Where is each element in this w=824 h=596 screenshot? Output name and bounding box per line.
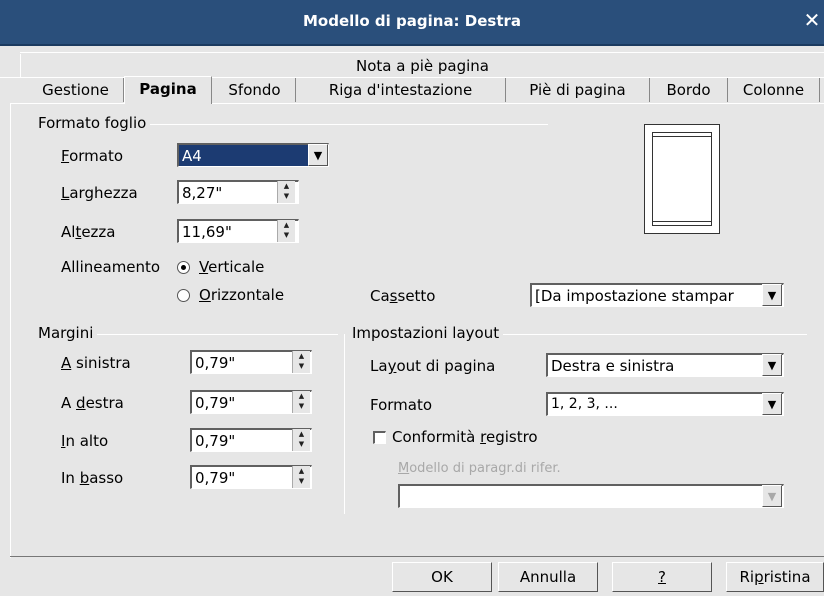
tab-bordo[interactable]: Bordo xyxy=(650,78,728,102)
register-checkbox[interactable] xyxy=(373,431,386,444)
width-label: Larghezza xyxy=(61,184,138,202)
spin-down-icon[interactable]: ▼ xyxy=(293,401,310,411)
group-label-paper-format: Formato foglio xyxy=(38,114,151,132)
title-bar: Modello di pagina: Destra ✕ xyxy=(0,0,824,46)
landscape-radio[interactable] xyxy=(177,289,190,302)
tab-riga-intestazione[interactable]: Riga d'intestazione xyxy=(296,78,506,102)
format-dropdown-icon[interactable]: ▼ xyxy=(308,144,328,166)
margin-right-spin[interactable]: ▲ ▼ xyxy=(292,391,310,413)
page-preview xyxy=(644,124,720,234)
tab-sfondo[interactable]: Sfondo xyxy=(214,78,296,102)
group-label-layout: Impostazioni layout xyxy=(352,324,504,342)
window-title: Modello di pagina: Destra xyxy=(302,12,522,30)
close-icon[interactable]: ✕ xyxy=(802,8,822,32)
reference-style-dropdown-icon: ▼ xyxy=(762,485,782,507)
tray-select[interactable]: [Da impostazione stampar xyxy=(530,283,784,307)
margin-top-spin[interactable]: ▲ ▼ xyxy=(292,429,310,451)
tab-gestione[interactable]: Gestione xyxy=(28,78,124,102)
tray-label: Cassetto xyxy=(370,287,436,305)
portrait-label: Verticale xyxy=(199,258,265,276)
reset-button[interactable]: Ripristina xyxy=(726,562,824,592)
height-label: Altezza xyxy=(61,223,116,241)
format-select[interactable]: A4 xyxy=(177,143,329,167)
reference-style-label: Modello di paragr.di rifer. xyxy=(398,461,561,476)
tab-colonne[interactable]: Colonne xyxy=(728,78,820,102)
spin-down-icon[interactable]: ▼ xyxy=(278,191,295,201)
height-spin[interactable]: ▲ ▼ xyxy=(277,220,295,242)
spin-up-icon[interactable]: ▲ xyxy=(278,181,295,191)
numbering-format-label: Formato xyxy=(370,396,433,414)
tab-pie-di-pagina[interactable]: Piè di pagina xyxy=(506,78,650,102)
margin-left-label: A sinistra xyxy=(61,354,131,372)
spin-down-icon[interactable]: ▼ xyxy=(293,361,310,371)
spin-up-icon[interactable]: ▲ xyxy=(293,351,310,361)
margin-left-spin[interactable]: ▲ ▼ xyxy=(292,351,310,373)
tab-pagina[interactable]: Pagina xyxy=(124,76,212,104)
vertical-divider xyxy=(344,334,345,514)
spin-down-icon[interactable]: ▼ xyxy=(278,230,295,240)
tab-panel-left-edge xyxy=(10,103,11,558)
spin-up-icon[interactable]: ▲ xyxy=(278,220,295,230)
page-layout-label: Layout di pagina xyxy=(370,357,496,375)
spin-down-icon[interactable]: ▼ xyxy=(293,476,310,486)
cancel-button[interactable]: Annulla xyxy=(498,562,598,592)
tab-nota-a-pie-pagina[interactable]: Nota a piè pagina xyxy=(20,54,824,78)
ok-button[interactable]: OK xyxy=(392,562,492,592)
landscape-label: Orizzontale xyxy=(199,286,285,304)
tab-panel-bottom-edge xyxy=(10,556,824,557)
margin-right-label: A destra xyxy=(61,394,124,412)
spin-down-icon[interactable]: ▼ xyxy=(293,439,310,449)
page-layout-select[interactable]: Destra e sinistra xyxy=(546,353,784,377)
tray-dropdown-icon[interactable]: ▼ xyxy=(762,284,782,306)
format-label: Formato xyxy=(61,147,124,165)
page-layout-dropdown-icon[interactable]: ▼ xyxy=(762,354,782,376)
spin-up-icon[interactable]: ▲ xyxy=(293,429,310,439)
margin-bottom-label: In basso xyxy=(61,469,124,487)
margin-bottom-spin[interactable]: ▲ ▼ xyxy=(292,466,310,488)
width-spin[interactable]: ▲ ▼ xyxy=(277,181,295,203)
margin-top-label: In alto xyxy=(61,432,109,450)
numbering-format-dropdown-icon[interactable]: ▼ xyxy=(762,393,782,415)
page-preview-margins xyxy=(652,132,712,226)
group-label-margins: Margini xyxy=(38,324,98,342)
reference-style-select xyxy=(398,484,784,508)
portrait-radio[interactable] xyxy=(177,261,190,274)
orientation-label: Allineamento xyxy=(61,258,161,276)
spin-up-icon[interactable]: ▲ xyxy=(293,391,310,401)
spin-up-icon[interactable]: ▲ xyxy=(293,466,310,476)
help-button[interactable]: ? xyxy=(612,562,712,592)
numbering-format-select[interactable]: 1, 2, 3, ... xyxy=(546,392,784,416)
register-label: Conformità registro xyxy=(392,428,538,446)
